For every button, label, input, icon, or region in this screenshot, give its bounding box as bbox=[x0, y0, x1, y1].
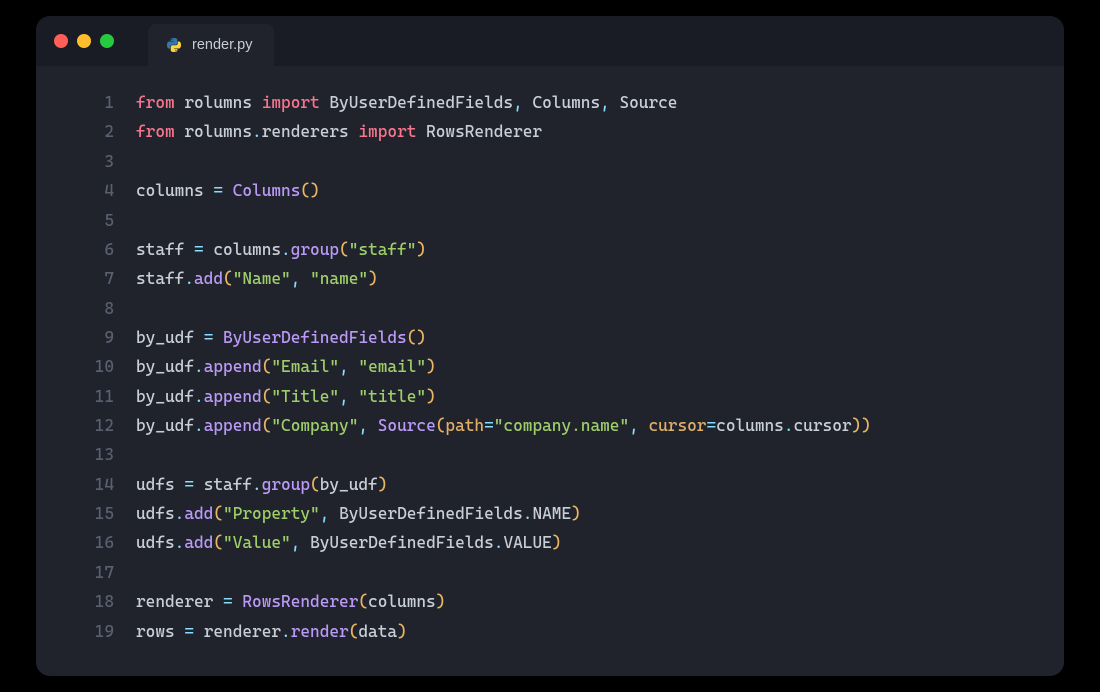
code-line[interactable]: 12by_udf.append("Company", Source(path="… bbox=[36, 411, 1064, 440]
code-content[interactable] bbox=[136, 206, 146, 235]
line-number: 5 bbox=[36, 206, 136, 235]
code-content[interactable]: by_udf.append("Company", Source(path="co… bbox=[136, 411, 871, 440]
code-content[interactable] bbox=[136, 558, 146, 587]
line-number: 7 bbox=[36, 264, 136, 293]
code-line[interactable]: 19rows = renderer.render(data) bbox=[36, 617, 1064, 646]
code-content[interactable]: staff.add("Name", "name") bbox=[136, 264, 378, 293]
code-line[interactable]: 5 bbox=[36, 206, 1064, 235]
code-line[interactable]: 17 bbox=[36, 558, 1064, 587]
tab-filename: render.py bbox=[192, 37, 252, 53]
code-content[interactable]: staff = columns.group("staff") bbox=[136, 235, 426, 264]
code-content[interactable]: udfs = staff.group(by_udf) bbox=[136, 470, 387, 499]
minimize-button[interactable] bbox=[77, 34, 91, 48]
code-line[interactable]: 8 bbox=[36, 294, 1064, 323]
code-content[interactable]: udfs.add("Property", ByUserDefinedFields… bbox=[136, 499, 581, 528]
code-content[interactable]: from rolumns import ByUserDefinedFields,… bbox=[136, 88, 677, 117]
line-number: 12 bbox=[36, 411, 136, 440]
code-line[interactable]: 7staff.add("Name", "name") bbox=[36, 264, 1064, 293]
code-content[interactable]: by_udf.append("Email", "email") bbox=[136, 352, 436, 381]
maximize-button[interactable] bbox=[100, 34, 114, 48]
line-number: 6 bbox=[36, 235, 136, 264]
code-content[interactable] bbox=[136, 294, 146, 323]
code-line[interactable]: 13 bbox=[36, 440, 1064, 469]
line-number: 4 bbox=[36, 176, 136, 205]
line-number: 19 bbox=[36, 617, 136, 646]
python-icon bbox=[166, 37, 182, 53]
line-number: 3 bbox=[36, 147, 136, 176]
line-number: 17 bbox=[36, 558, 136, 587]
line-number: 9 bbox=[36, 323, 136, 352]
code-content[interactable]: columns = Columns() bbox=[136, 176, 320, 205]
code-content[interactable]: by_udf.append("Title", "title") bbox=[136, 382, 436, 411]
code-line[interactable]: 6staff = columns.group("staff") bbox=[36, 235, 1064, 264]
code-content[interactable] bbox=[136, 440, 146, 469]
titlebar: render.py bbox=[36, 16, 1064, 66]
line-number: 10 bbox=[36, 352, 136, 381]
line-number: 16 bbox=[36, 528, 136, 557]
line-number: 8 bbox=[36, 294, 136, 323]
editor-body[interactable]: 1from rolumns import ByUserDefinedFields… bbox=[36, 66, 1064, 676]
file-tab[interactable]: render.py bbox=[148, 24, 274, 66]
code-line[interactable]: 16udfs.add("Value", ByUserDefinedFields.… bbox=[36, 528, 1064, 557]
code-line[interactable]: 14udfs = staff.group(by_udf) bbox=[36, 470, 1064, 499]
code-line[interactable]: 1from rolumns import ByUserDefinedFields… bbox=[36, 88, 1064, 117]
code-line[interactable]: 3 bbox=[36, 147, 1064, 176]
line-number: 11 bbox=[36, 382, 136, 411]
code-line[interactable]: 9by_udf = ByUserDefinedFields() bbox=[36, 323, 1064, 352]
code-line[interactable]: 4columns = Columns() bbox=[36, 176, 1064, 205]
line-number: 2 bbox=[36, 117, 136, 146]
traffic-lights bbox=[54, 34, 114, 48]
line-number: 1 bbox=[36, 88, 136, 117]
code-line[interactable]: 10by_udf.append("Email", "email") bbox=[36, 352, 1064, 381]
code-content[interactable]: from rolumns.renderers import RowsRender… bbox=[136, 117, 542, 146]
line-number: 14 bbox=[36, 470, 136, 499]
line-number: 13 bbox=[36, 440, 136, 469]
code-content[interactable]: udfs.add("Value", ByUserDefinedFields.VA… bbox=[136, 528, 561, 557]
line-number: 15 bbox=[36, 499, 136, 528]
code-line[interactable]: 15udfs.add("Property", ByUserDefinedFiel… bbox=[36, 499, 1064, 528]
code-content[interactable]: by_udf = ByUserDefinedFields() bbox=[136, 323, 426, 352]
editor-window: render.py 1from rolumns import ByUserDef… bbox=[36, 16, 1064, 676]
code-content[interactable] bbox=[136, 147, 146, 176]
code-content[interactable]: rows = renderer.render(data) bbox=[136, 617, 407, 646]
code-line[interactable]: 18renderer = RowsRenderer(columns) bbox=[36, 587, 1064, 616]
close-button[interactable] bbox=[54, 34, 68, 48]
code-line[interactable]: 11by_udf.append("Title", "title") bbox=[36, 382, 1064, 411]
code-line[interactable]: 2from rolumns.renderers import RowsRende… bbox=[36, 117, 1064, 146]
line-number: 18 bbox=[36, 587, 136, 616]
code-content[interactable]: renderer = RowsRenderer(columns) bbox=[136, 587, 445, 616]
